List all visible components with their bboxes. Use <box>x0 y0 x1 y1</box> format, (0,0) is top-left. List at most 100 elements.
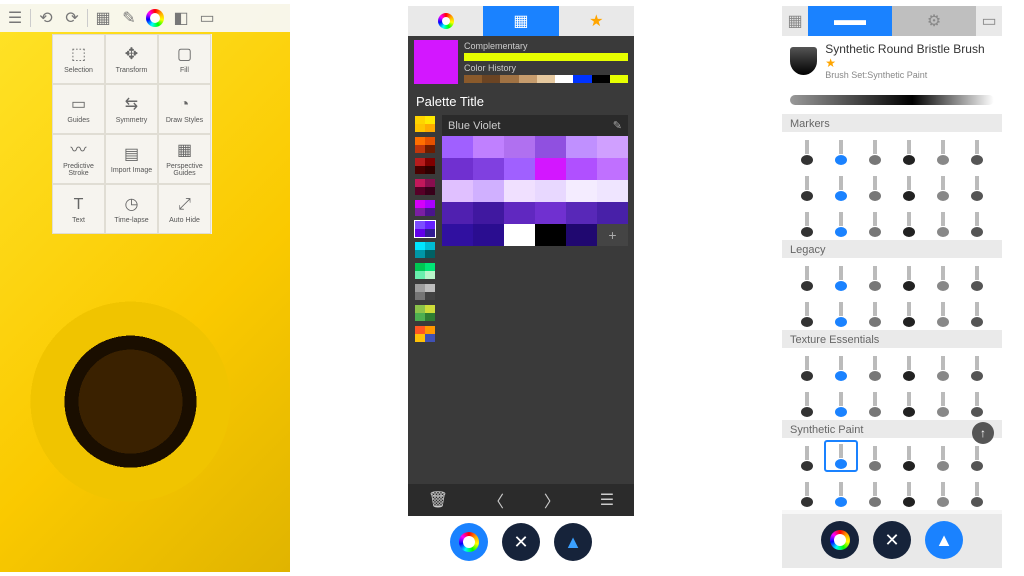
palette-thumb[interactable] <box>414 136 436 154</box>
fab-color-wheel[interactable] <box>450 523 488 561</box>
brush-item[interactable] <box>790 386 824 418</box>
tool-drawstyles[interactable]: ◔Draw Styles <box>158 84 211 134</box>
palette-cell[interactable] <box>473 136 504 158</box>
palette-thumb[interactable] <box>414 178 436 196</box>
brush-item[interactable] <box>892 440 926 472</box>
brush-item[interactable] <box>790 206 824 238</box>
brush-item[interactable] <box>960 350 994 382</box>
fullscreen-icon[interactable]: ▭ <box>976 6 1002 36</box>
palette-cell[interactable] <box>504 136 535 158</box>
info-button[interactable]: ↑ <box>972 422 994 444</box>
brush-item[interactable] <box>926 296 960 328</box>
brush-item[interactable] <box>858 350 892 382</box>
brush-item[interactable] <box>926 476 960 508</box>
palette-thumb[interactable] <box>414 304 436 322</box>
edit-icon[interactable]: ✎ <box>613 119 622 132</box>
brush-item[interactable] <box>824 350 858 382</box>
tool-text[interactable]: TText <box>52 184 105 234</box>
brush-item[interactable] <box>926 350 960 382</box>
brush-item[interactable] <box>960 170 994 202</box>
palette-thumb[interactable] <box>414 115 436 133</box>
brush-item[interactable] <box>824 440 858 472</box>
palette-cell[interactable] <box>566 224 597 246</box>
fab-layers[interactable]: ▲ <box>554 523 592 561</box>
palette-cell[interactable] <box>535 136 566 158</box>
grid-icon[interactable]: ▦ <box>92 7 114 29</box>
brush-item[interactable] <box>824 386 858 418</box>
brush-item[interactable] <box>892 260 926 292</box>
palette-thumb[interactable] <box>414 157 436 175</box>
palette-cell[interactable] <box>535 158 566 180</box>
brush-item[interactable] <box>790 476 824 508</box>
color-wheel-icon[interactable] <box>144 7 166 29</box>
current-color-swatch[interactable] <box>414 40 458 84</box>
tool-autohide[interactable]: ⤢Auto Hide <box>158 184 211 234</box>
brush-item[interactable] <box>858 260 892 292</box>
palette-cell[interactable] <box>535 224 566 246</box>
palette-cell[interactable] <box>566 202 597 224</box>
undo-icon[interactable]: ⟲ <box>35 7 57 29</box>
tool-perspective[interactable]: ▦Perspective Guides <box>158 134 211 184</box>
palette-cell[interactable] <box>442 202 473 224</box>
palette-cell[interactable] <box>473 180 504 202</box>
brush-item[interactable] <box>858 296 892 328</box>
brush-item[interactable] <box>790 440 824 472</box>
palette-cell[interactable] <box>535 202 566 224</box>
color-history-bar[interactable] <box>464 75 628 83</box>
palette-cell[interactable] <box>473 158 504 180</box>
palette-cell[interactable] <box>504 224 535 246</box>
fab-close[interactable]: ✕ <box>873 521 911 559</box>
brush-header[interactable]: Synthetic Round Bristle Brush ★ Brush Se… <box>782 36 1002 86</box>
brush-item[interactable] <box>926 440 960 472</box>
brush-item[interactable] <box>824 296 858 328</box>
palette-cell[interactable] <box>442 180 473 202</box>
brush-item[interactable] <box>790 260 824 292</box>
tool-predictive[interactable]: 〰Predictive Stroke <box>52 134 105 184</box>
menu-icon[interactable]: ☰ <box>600 490 614 510</box>
brush-item[interactable] <box>824 476 858 508</box>
menu-icon[interactable]: ☰ <box>4 7 26 29</box>
favorite-star-icon[interactable]: ★ <box>825 56 836 70</box>
palette-cell[interactable] <box>473 224 504 246</box>
brush-item[interactable] <box>892 170 926 202</box>
tab-color-wheel[interactable] <box>408 6 483 36</box>
palette-cell[interactable] <box>597 158 628 180</box>
brush-item[interactable] <box>858 134 892 166</box>
palette-thumb[interactable] <box>414 283 436 301</box>
tab-brush-library[interactable]: ▬▬ <box>808 6 892 36</box>
brush-item[interactable] <box>824 206 858 238</box>
redo-icon[interactable]: ⟳ <box>61 7 83 29</box>
brush-item[interactable] <box>960 386 994 418</box>
pen-icon[interactable]: ✎ <box>118 7 140 29</box>
tab-brush-settings[interactable]: ⚙ <box>892 6 976 36</box>
palette-cell[interactable] <box>442 158 473 180</box>
brush-item[interactable] <box>960 206 994 238</box>
brush-item[interactable] <box>960 134 994 166</box>
tab-color-favorites[interactable]: ★ <box>559 6 634 36</box>
palette-cell[interactable] <box>473 202 504 224</box>
tool-select[interactable]: ⬚Selection <box>52 34 105 84</box>
brush-item[interactable] <box>790 134 824 166</box>
palette-cell[interactable] <box>442 224 473 246</box>
brush-item[interactable] <box>926 206 960 238</box>
brush-item[interactable] <box>858 206 892 238</box>
fab-close[interactable]: ✕ <box>502 523 540 561</box>
brush-item[interactable] <box>960 476 994 508</box>
brush-item[interactable] <box>824 134 858 166</box>
brush-item[interactable] <box>926 134 960 166</box>
brush-item[interactable] <box>926 260 960 292</box>
tab-color-grid[interactable]: ▦ <box>483 6 558 36</box>
palette-name-row[interactable]: Blue Violet ✎ <box>442 115 628 136</box>
brush-item[interactable] <box>824 170 858 202</box>
brush-item[interactable] <box>858 170 892 202</box>
brush-item[interactable] <box>892 206 926 238</box>
palette-cell[interactable] <box>504 180 535 202</box>
brush-item[interactable] <box>892 296 926 328</box>
palette-cell[interactable] <box>566 136 597 158</box>
brush-item[interactable] <box>824 260 858 292</box>
tool-transform[interactable]: ✥Transform <box>105 34 158 84</box>
tool-timelapse[interactable]: ◷Time-lapse <box>105 184 158 234</box>
palette-cell[interactable] <box>597 202 628 224</box>
brush-item[interactable] <box>926 386 960 418</box>
brush-item[interactable] <box>790 170 824 202</box>
